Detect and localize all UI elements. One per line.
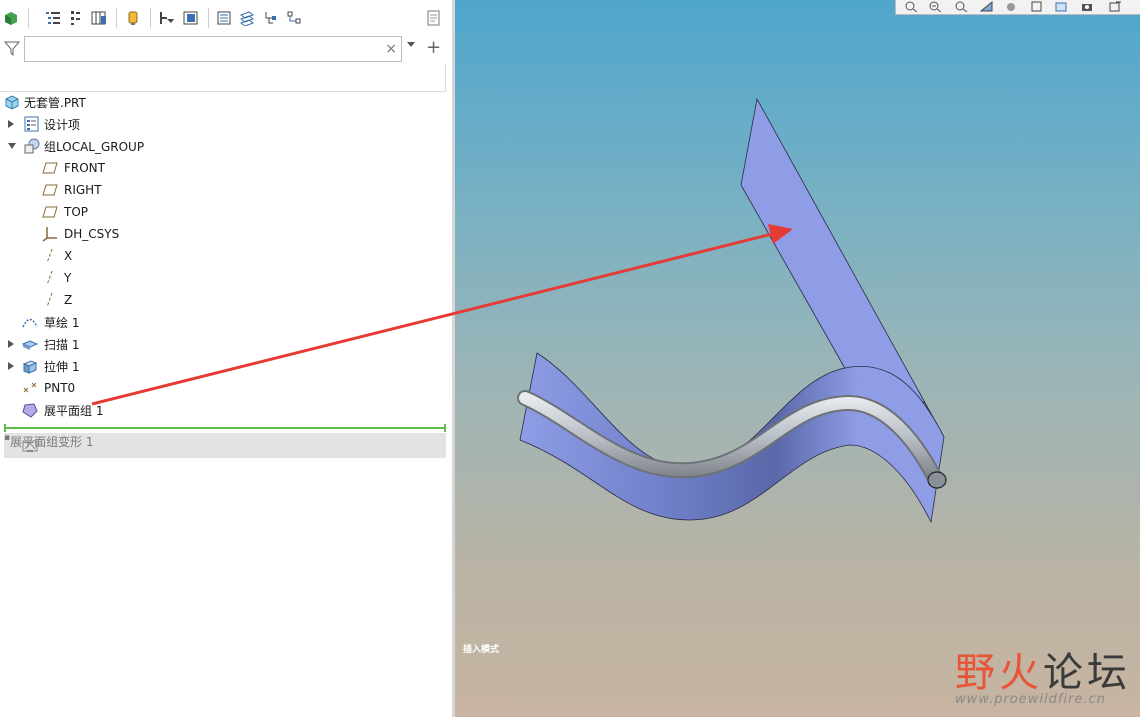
design-items-icon (24, 116, 40, 132)
pipe-end (927, 471, 947, 489)
funnel-icon[interactable] (3, 40, 21, 57)
tree-item-label: 设计项 (44, 117, 81, 132)
tree-item-axis-z[interactable]: Z (0, 289, 446, 311)
tree-item-sketch[interactable]: 草绘 1 (0, 311, 446, 333)
layers-icon[interactable] (238, 9, 256, 27)
sweep-icon (21, 336, 39, 352)
tree-item-point[interactable]: PNT0 (0, 377, 446, 399)
tree-item-label: Z (64, 293, 73, 307)
search-input[interactable] (27, 39, 381, 61)
graphics-viewport[interactable]: 插入模式 野火论坛 www.proewildfire.cn (455, 0, 1140, 717)
tree-item-extrude[interactable]: 拉伸 1 (0, 355, 446, 377)
datum-axis-icon (42, 270, 58, 286)
expand-icon[interactable] (8, 362, 14, 370)
quilt-icon (22, 402, 38, 418)
tree-item-axis-x[interactable]: X (0, 245, 446, 267)
tree-item-label: 展平面组 1 (44, 403, 104, 418)
datum-axis-icon (42, 248, 58, 264)
tree-item-label: X (64, 249, 73, 263)
datum-point-icon (22, 380, 38, 396)
model-tree-toolbar (0, 0, 452, 36)
tree-item-right[interactable]: RIGHT (0, 179, 446, 201)
insert-indicator[interactable] (4, 424, 446, 432)
chevron-down-icon[interactable] (407, 42, 415, 47)
watermark-logo: 野火论坛 (955, 640, 1131, 698)
extrude-icon (22, 358, 38, 374)
group-icon (24, 138, 40, 154)
tree-item-label: FRONT (64, 161, 105, 175)
sketch-icon (22, 314, 38, 330)
tree-item-label: ▪展平面组变形 1 (4, 433, 94, 449)
expand-icon[interactable] (8, 340, 14, 348)
tree-item-label: 组LOCAL_GROUP (44, 139, 145, 154)
tree-item-label: 扫描 1 (44, 337, 80, 352)
datum-axis-icon (42, 292, 58, 308)
bulb-icon[interactable] (124, 9, 142, 27)
add-button[interactable]: + (426, 36, 441, 60)
collapse-icon[interactable] (8, 143, 16, 149)
filter-tree-icon[interactable] (158, 9, 176, 27)
tree-item-design-items[interactable]: 设计项 (0, 113, 446, 135)
part-icon (4, 94, 20, 110)
csys-icon (42, 226, 58, 242)
watermark-url: www.proewildfire.cn (955, 692, 1106, 707)
tree-item-front[interactable]: FRONT (0, 157, 446, 179)
datum-plane-icon (42, 182, 58, 198)
tree-item-axis-y[interactable]: Y (0, 267, 446, 289)
details-icon[interactable] (215, 9, 233, 27)
tree-item-flatten-quilt[interactable]: 展平面组 1 (0, 399, 446, 421)
tree-item-label: 拉伸 1 (44, 359, 80, 374)
tree-item-csys[interactable]: DH_CSYS (0, 223, 446, 245)
datum-plane-icon (42, 204, 58, 220)
book-icon[interactable] (182, 9, 200, 27)
columns-icon[interactable] (66, 9, 84, 27)
tree-item-part[interactable]: 无套管.PRT (0, 91, 446, 113)
settings-tree-icon[interactable] (262, 9, 280, 27)
tree-item-sweep[interactable]: 扫描 1 (0, 333, 446, 355)
tree-item-label: 草绘 1 (44, 315, 80, 330)
model-tree-panel: × + 无套管.PRT 设计项 组LOCAL_GROUP FRONT RIGHT… (0, 0, 452, 717)
tree-item-top[interactable]: TOP (0, 201, 446, 223)
tree-item-flatten-deform[interactable]: ▪展平面组变形 1 (4, 433, 446, 458)
tree-item-label: 无套管.PRT (24, 95, 86, 110)
tree-item-label: Y (64, 271, 72, 285)
list-tree-icon[interactable] (44, 9, 62, 27)
header-row (0, 64, 446, 92)
watermark-part1: 野火 (955, 650, 1043, 696)
hierarchy-icon[interactable] (286, 9, 304, 27)
datum-plane-icon (42, 160, 58, 176)
tree-item-label: DH_CSYS (64, 227, 120, 241)
deform-icon (22, 438, 38, 454)
model-geometry[interactable] (455, 0, 1140, 717)
search-box[interactable]: × (24, 36, 402, 62)
page-settings-icon[interactable] (425, 9, 443, 27)
tree-item-label: PNT0 (44, 381, 76, 395)
tree-item-local-group[interactable]: 组LOCAL_GROUP (0, 135, 446, 157)
watermark-part2: 论坛 (1043, 650, 1131, 696)
tree-item-label: RIGHT (64, 183, 102, 197)
expand-icon[interactable] (8, 120, 14, 128)
tree-item-label: TOP (64, 205, 89, 219)
cube-icon[interactable] (2, 9, 20, 27)
table-icon[interactable] (90, 9, 108, 27)
mode-label: 插入模式 (463, 645, 500, 655)
clear-icon[interactable]: × (385, 41, 397, 57)
